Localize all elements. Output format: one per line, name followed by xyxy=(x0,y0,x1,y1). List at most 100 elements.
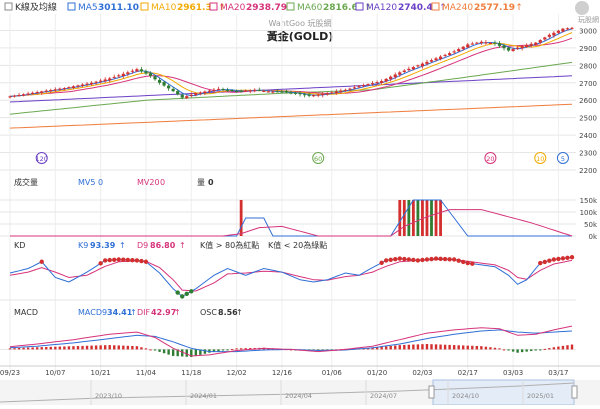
candle-body xyxy=(302,94,307,96)
candle-body xyxy=(8,96,12,98)
candle-body xyxy=(516,47,520,49)
ma-toggle-checkbox[interactable] xyxy=(140,2,149,11)
osc-bar xyxy=(153,349,157,351)
osc-bar xyxy=(113,345,116,350)
candle-body xyxy=(248,90,252,92)
logo-text: 玩股網 xyxy=(578,15,599,24)
osc-bar xyxy=(122,345,125,350)
candle-body xyxy=(89,82,94,85)
osc-bar xyxy=(99,345,102,350)
navigator-label: 2024/04 xyxy=(285,392,312,400)
kd-red-dot xyxy=(438,256,443,262)
volume-bar xyxy=(430,200,433,236)
osc-label: OSC xyxy=(200,308,217,317)
kd-red-dot xyxy=(125,257,131,263)
mv20-label: MV20 xyxy=(137,178,160,187)
osc-bar xyxy=(412,344,415,350)
osc-bar xyxy=(8,348,12,350)
kd-red-dot xyxy=(143,259,149,264)
kd-red-dot xyxy=(433,256,439,261)
kd-red-dot xyxy=(397,256,402,261)
candle-body xyxy=(230,90,234,92)
candle-body xyxy=(235,91,239,93)
osc-bar xyxy=(171,349,175,356)
candle-body xyxy=(117,75,121,77)
candle-body xyxy=(130,70,134,72)
ma-legend-label: MA20 xyxy=(220,3,246,13)
k-arrow: ↑ xyxy=(119,241,126,250)
candle-body xyxy=(244,90,248,92)
osc-bar xyxy=(85,345,89,350)
ma-toggle-checkbox[interactable] xyxy=(286,2,295,11)
candle-body xyxy=(35,92,39,94)
osc-bar xyxy=(389,345,392,350)
d-arrow: ↑ xyxy=(179,241,186,250)
x-tick-label: 02/17 xyxy=(458,369,478,377)
x-tick-label: 03/03 xyxy=(503,369,523,377)
candle-body xyxy=(153,76,157,80)
candle-body xyxy=(207,90,212,92)
price-axis-label: 2600 xyxy=(579,97,597,105)
candle-body xyxy=(416,65,420,67)
osc-bar xyxy=(511,349,515,352)
kd-green-dot xyxy=(189,289,194,294)
kd-green-dot xyxy=(180,294,185,299)
navigator-left-handle[interactable] xyxy=(428,385,435,399)
candle-body xyxy=(538,40,542,43)
osc-bar xyxy=(135,346,139,350)
candle-body xyxy=(275,91,280,93)
osc-bar xyxy=(443,344,447,350)
osc-bar xyxy=(90,345,93,350)
kd-red-dot xyxy=(456,258,461,263)
kd-red-dot xyxy=(107,257,112,263)
kd-red-dot xyxy=(556,256,561,262)
price-axis-label: 2500 xyxy=(579,115,597,123)
osc-bar xyxy=(416,344,420,350)
osc-bar xyxy=(543,348,547,350)
candle-body xyxy=(280,91,284,93)
osc-bar xyxy=(149,349,152,351)
candle-body xyxy=(565,28,570,30)
candle-body xyxy=(253,89,257,91)
legend-title-checkbox[interactable] xyxy=(4,2,13,11)
kd-red-dot xyxy=(542,259,548,265)
osc-bar xyxy=(507,349,510,351)
ma-toggle-checkbox[interactable] xyxy=(67,2,76,11)
navigator-right-handle[interactable] xyxy=(571,385,578,399)
ma-legend-label: MA5 xyxy=(78,3,98,13)
navigator-label: 2023/10 xyxy=(95,392,122,400)
kd-red-dot xyxy=(442,256,448,262)
candle-body xyxy=(49,89,53,91)
candle-body xyxy=(438,56,443,60)
kd-red-dot xyxy=(411,257,416,263)
mv20-value: 0 xyxy=(160,178,165,187)
navigator[interactable]: 2023/10 2024/01 2024/04 2024/07 2024/10 2025/… xyxy=(0,379,600,406)
osc-bar xyxy=(58,346,62,350)
kd-red-dot xyxy=(461,259,466,265)
ma-toggle-checkbox[interactable] xyxy=(355,2,364,11)
candle-body xyxy=(352,87,357,89)
osc-bar xyxy=(407,344,411,350)
price-axis-label: 2900 xyxy=(579,45,597,53)
price-axis-label: 2700 xyxy=(579,80,597,88)
osc-bar xyxy=(561,345,565,350)
kd-red-dot xyxy=(102,258,108,263)
ma-toggle-checkbox[interactable] xyxy=(209,2,218,11)
ma-toggle-checkbox[interactable] xyxy=(431,2,440,11)
kd-green-dot xyxy=(175,290,180,295)
osc-bar xyxy=(203,349,207,354)
legend-title: K線及均線 xyxy=(15,1,57,13)
osc-bar xyxy=(108,345,111,350)
candle-body xyxy=(393,74,397,78)
mv5-value: 0 xyxy=(98,178,103,187)
candle-body xyxy=(99,80,103,82)
ma240-line xyxy=(9,103,573,129)
osc-bar xyxy=(144,348,148,350)
volume-axis-label: 0k xyxy=(588,233,597,241)
kd-red-dot xyxy=(383,258,389,263)
osc-bar xyxy=(194,349,198,356)
kd-red-dot xyxy=(470,261,475,266)
k-value: 93.39 xyxy=(90,241,116,250)
osc-bar xyxy=(230,349,234,351)
osc-bar xyxy=(72,346,75,350)
